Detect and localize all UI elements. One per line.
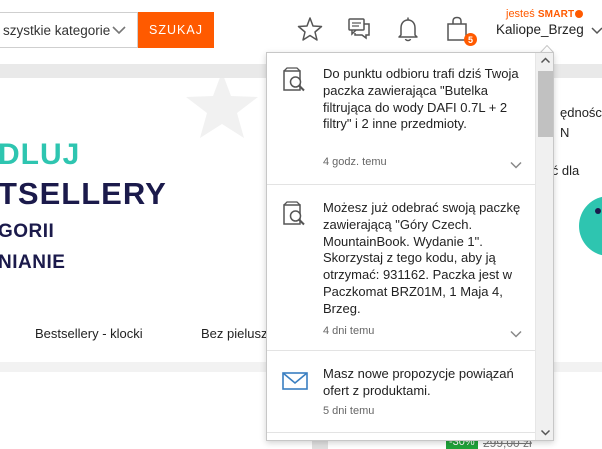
- bell-icon[interactable]: [393, 14, 423, 44]
- notification-time: 5 dni temu: [323, 405, 375, 417]
- notification-time: 4 dni temu: [323, 325, 375, 337]
- scrollbar-thumb[interactable]: [538, 71, 553, 137]
- expand-chevron-icon[interactable]: [509, 158, 523, 172]
- notification-text: Możesz już odebrać swoją paczkę zawieraj…: [323, 200, 521, 316]
- banner-line-4: NIANIE: [0, 252, 66, 273]
- tab-bez-pielusz[interactable]: Bez pielusz: [201, 326, 267, 341]
- notification-item[interactable]: Do punktu odbioru trafi dziś Twoja paczk…: [267, 53, 535, 185]
- tab-bestsellery-klocki[interactable]: Bestsellery - klocki: [35, 326, 143, 341]
- promo-circle-image: [579, 196, 602, 256]
- envelope-icon: [282, 372, 308, 390]
- username[interactable]: Kaliope_Brzeg: [496, 22, 584, 37]
- expand-chevron-icon[interactable]: [509, 327, 523, 341]
- notification-item[interactable]: Możesz już odebrać swoją paczkę zawieraj…: [267, 185, 535, 351]
- notification-item[interactable]: Masz nowe propozycje powiązań ofert z pr…: [267, 351, 535, 433]
- notifications-dropdown: Do punktu odbioru trafi dziś Twoja paczk…: [266, 52, 554, 441]
- chevron-down-icon[interactable]: [590, 24, 602, 38]
- package-search-icon: [283, 67, 305, 92]
- notification-time: 4 godz. temu: [323, 156, 387, 168]
- star-icon[interactable]: [295, 14, 325, 44]
- smart-status: jesteś SMART: [506, 8, 584, 20]
- banner-line-1: DLUJ: [0, 138, 81, 171]
- dropdown-scrollbar[interactable]: [535, 53, 553, 440]
- side-promo-line-a: ędności: [560, 105, 602, 120]
- smart-badge-icon: [575, 10, 584, 19]
- search-button[interactable]: SZUKAJ: [138, 12, 214, 48]
- category-select[interactable]: szystkie kategorie: [0, 12, 138, 48]
- scroll-up-arrow-icon[interactable]: [540, 55, 551, 66]
- banner-line-3: GORII: [0, 221, 55, 242]
- scroll-down-arrow-icon[interactable]: [540, 427, 551, 438]
- notification-text: Masz nowe propozycje powiązań ofert z pr…: [323, 366, 514, 398]
- smart-label: SMART: [537, 9, 575, 20]
- notification-text: Do punktu odbioru trafi dziś Twoja paczk…: [323, 66, 519, 132]
- cart-count-badge: 5: [464, 33, 477, 46]
- package-search-icon: [283, 201, 305, 226]
- smart-prefix: jesteś: [506, 8, 535, 20]
- chat-icon[interactable]: [344, 14, 374, 44]
- side-promo-line-b: N: [560, 125, 570, 140]
- category-select-value: szystkie kategorie: [3, 22, 111, 38]
- banner-line-2: TSELLERY: [0, 176, 167, 211]
- star-decoration-icon: [186, 78, 258, 138]
- chevron-down-icon: [112, 26, 126, 35]
